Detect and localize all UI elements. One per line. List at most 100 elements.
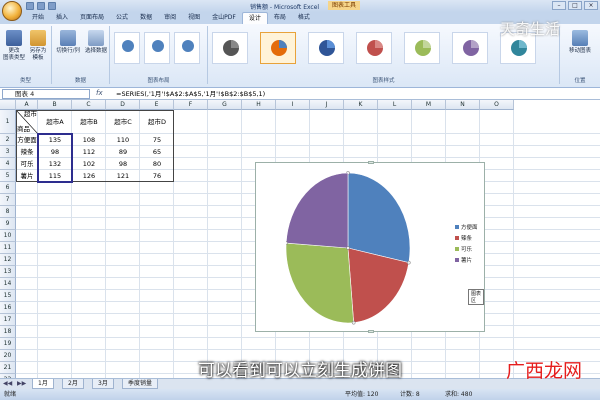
column-header-C[interactable]: C [72,100,106,110]
window-title: 销售额 - Microsoft Excel [250,4,320,11]
select-data-button[interactable]: 选择数据 [83,30,109,55]
tab-1[interactable]: 插入 [50,12,74,24]
tab-8[interactable]: 设计 [241,12,268,24]
row-header-14[interactable]: 14 [0,278,16,290]
fx-icon[interactable]: fx [96,89,103,97]
maximize-icon[interactable]: □ [568,1,582,10]
column-header-J[interactable]: J [310,100,344,110]
chart-tooltip: 图表区 [468,289,484,305]
column-header-B[interactable]: B [38,100,72,110]
pie-plot[interactable] [286,163,426,333]
grid-hline [16,349,600,350]
pie-slice-薯片[interactable] [286,172,349,249]
chart-style-thumb-6[interactable] [452,32,488,64]
grid-hline [16,337,600,338]
column-header-N[interactable]: N [446,100,480,110]
column-header-O[interactable]: O [480,100,514,110]
tab-5[interactable]: 审阅 [158,12,182,24]
row-header-5[interactable]: 5 [0,170,16,182]
column-header-F[interactable]: F [174,100,208,110]
switch-row-col-label: 切换行/列 [56,48,80,54]
column-header-M[interactable]: M [412,100,446,110]
column-header-A[interactable]: A [16,100,38,110]
move-chart-label: 移动图表 [568,48,591,54]
chart-style-thumb-5[interactable] [404,32,440,64]
office-button[interactable] [2,1,22,21]
tab-10[interactable]: 格式 [292,12,316,24]
pie-slice-方便面[interactable] [347,172,411,263]
row-header-3[interactable]: 3 [0,146,16,158]
row-header-19[interactable]: 19 [0,338,16,350]
column-header-H[interactable]: H [242,100,276,110]
window-controls: – □ × [552,1,598,10]
pie-chart[interactable]: 方便面 辣条 可乐 薯片 图表区 [255,161,485,333]
row-header-10[interactable]: 10 [0,230,16,242]
slice-handle[interactable] [351,320,356,325]
data-group: 切换行/列 选择数据 数据 [52,26,110,84]
layout-thumb-3[interactable] [174,32,200,64]
chart-style-thumb-1[interactable] [212,32,248,64]
layout-thumb-1[interactable] [114,32,140,64]
slice-handle[interactable] [407,260,411,265]
watermark-bottom: 广西龙网 [505,360,582,382]
column-header-I[interactable]: I [276,100,310,110]
tab-0[interactable]: 开始 [26,12,50,24]
column-header-G[interactable]: G [208,100,242,110]
quick-access-toolbar [26,2,56,11]
legend-item[interactable]: 方便面 [455,221,478,232]
row-header-11[interactable]: 11 [0,242,16,254]
save-template-button[interactable]: 另存为 模板 [27,30,49,62]
tab-9[interactable]: 布局 [268,12,292,24]
watermark-top: 天奇生活 [499,20,560,38]
column-header-L[interactable]: L [378,100,412,110]
row-header-18[interactable]: 18 [0,326,16,338]
row-header-7[interactable]: 7 [0,194,16,206]
column-header-D[interactable]: D [106,100,140,110]
tab-2[interactable]: 页面布局 [74,12,110,24]
pie-slice-可乐[interactable] [286,242,354,324]
last-sheet-icon[interactable]: ▶▶ [17,380,26,387]
column-header-K[interactable]: K [344,100,378,110]
status-ready: 就绪 [4,391,17,398]
move-chart-button[interactable]: 移动图表 [564,30,596,55]
row-header-16[interactable]: 16 [0,302,16,314]
location-group-label: 位置 [574,78,586,84]
select-all-corner[interactable] [0,100,16,110]
slice-handle[interactable] [286,241,288,245]
row-header-15[interactable]: 15 [0,290,16,302]
minimize-icon[interactable]: – [552,1,566,10]
row-header-9[interactable]: 9 [0,218,16,230]
chart-legend[interactable]: 方便面 辣条 可乐 薯片 [455,221,478,265]
row-header-12[interactable]: 12 [0,254,16,266]
tab-7[interactable]: 金山PDF [206,12,242,24]
column-header-E[interactable]: E [140,100,174,110]
legend-item[interactable]: 可乐 [455,243,478,254]
switch-row-col-button[interactable]: 切换行/列 [55,30,81,55]
chart-style-thumb-3[interactable] [308,32,344,64]
name-box[interactable]: 图表 4 [2,89,90,99]
legend-item[interactable]: 辣条 [455,232,478,243]
redo-icon[interactable] [48,2,56,10]
tab-6[interactable]: 视图 [182,12,206,24]
row-header-1[interactable]: 1 [0,110,16,134]
row-header-13[interactable]: 13 [0,266,16,278]
row-header-6[interactable]: 6 [0,182,16,194]
save-icon[interactable] [26,2,34,10]
first-sheet-icon[interactable]: ◀◀ [3,380,12,387]
row-header-4[interactable]: 4 [0,158,16,170]
undo-icon[interactable] [37,2,45,10]
legend-item[interactable]: 薯片 [455,254,478,265]
row-header-8[interactable]: 8 [0,206,16,218]
chart-style-thumb-4[interactable] [356,32,392,64]
row-header-17[interactable]: 17 [0,314,16,326]
layout-thumb-2[interactable] [144,32,170,64]
row-header-2[interactable]: 2 [0,134,16,146]
change-chart-type-button[interactable]: 更改 图表类型 [3,30,25,62]
tab-4[interactable]: 数据 [134,12,158,24]
close-icon[interactable]: × [584,1,598,10]
formula-input[interactable]: =SERIES(,'1月'!$A$2:$A$5,'1月'!$B$2:$B$5,1… [116,89,265,99]
tab-3[interactable]: 公式 [110,12,134,24]
center-handle[interactable] [346,246,350,250]
chart-style-thumb-2[interactable] [260,32,296,64]
worksheet-grid[interactable]: A B C D E F G H I J K L M N O 1 2 3 4 5 6 7 8 9 10 11 12 13 14 15 16 17… [0,100,600,378]
